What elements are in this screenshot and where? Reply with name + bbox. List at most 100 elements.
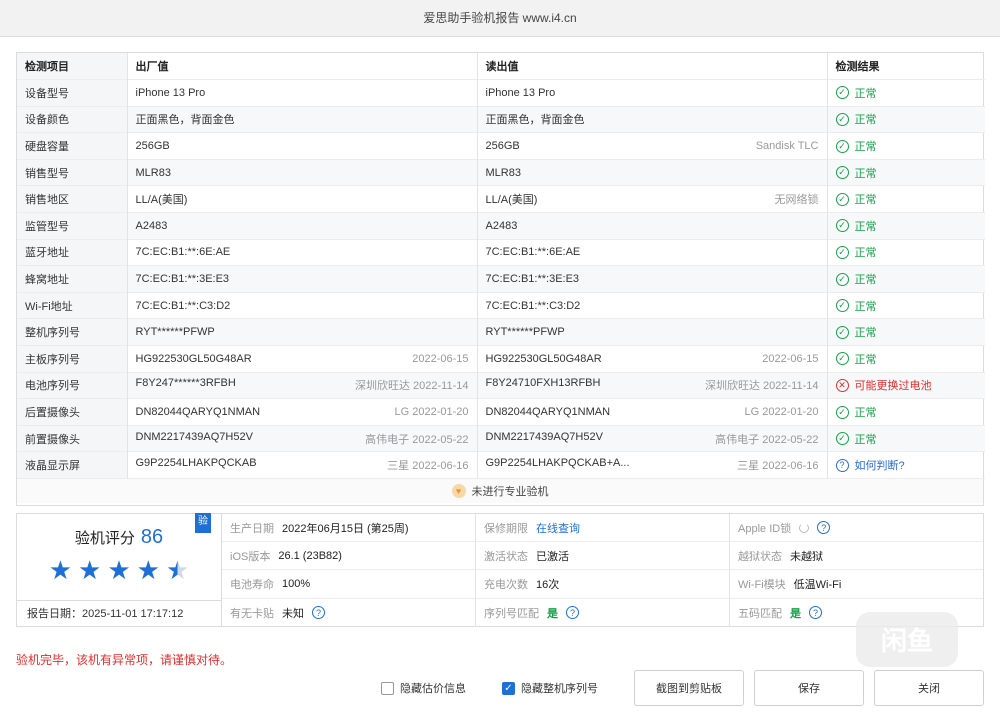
help-icon[interactable]: ? bbox=[817, 521, 831, 535]
factory-value: 7C:EC:B1:**:3E:E3 bbox=[135, 273, 230, 286]
table-row: 前置摄像头 DNM2217439AQ7H52V 高伟电子 2022-05-22 DNM… bbox=[17, 425, 985, 452]
close-button[interactable]: 关闭 bbox=[874, 670, 984, 706]
table-row: 销售地区 LL/A(美国) LL/A(美国) 无网络锁 ✓ 正常 bbox=[17, 185, 985, 213]
info-cell: 序列号匹配是? bbox=[476, 598, 730, 627]
result-cell: ✓ 正常 bbox=[827, 292, 985, 319]
read-cell: 7C:EC:B1:**:3E:E3 bbox=[477, 265, 828, 293]
header-result: 检测结果 bbox=[835, 61, 880, 74]
score-label: 验机评分 bbox=[74, 530, 135, 547]
info-cell: 充电次数 16次 bbox=[476, 570, 730, 599]
factory-value: RYT******PFWP bbox=[135, 326, 215, 339]
info-key: 五码匹配 bbox=[738, 607, 782, 620]
factory-note: 2022-06-15 bbox=[412, 352, 469, 365]
header-item: 检测项目 bbox=[17, 53, 128, 80]
factory-cell: 正面黑色，背面金色 bbox=[127, 106, 478, 133]
factory-cell: iPhone 13 Pro bbox=[127, 79, 478, 107]
item-name: 监管型号 bbox=[17, 212, 128, 240]
info-value: 2022年06月15日 (第25周) bbox=[282, 522, 409, 535]
info-key: 保修期限 bbox=[484, 522, 528, 535]
action-bar: 隐藏估价信息 ✓ 隐藏整机序列号 截图到剪贴板 保存 关闭 bbox=[381, 670, 984, 706]
info-key: iOS版本 bbox=[230, 550, 271, 563]
check-circle-icon: ✓ bbox=[835, 272, 849, 286]
check-circle-icon: ✓ bbox=[835, 325, 849, 339]
result-text: 正常 bbox=[854, 87, 877, 100]
check-circle-icon: ✓ bbox=[835, 139, 849, 153]
loading-icon bbox=[799, 522, 810, 533]
factory-cell: HG922530GL50G48AR 2022-06-15 bbox=[127, 345, 478, 373]
check-circle-icon: ✓ bbox=[835, 112, 849, 126]
info-value: 是 bbox=[547, 607, 558, 620]
info-value[interactable]: 在线查询 bbox=[536, 520, 580, 536]
read-cell: A2483 bbox=[477, 212, 828, 240]
item-name: 设备颜色 bbox=[17, 106, 128, 133]
copy-screenshot-button[interactable]: 截图到剪贴板 bbox=[634, 670, 744, 706]
items-table: 检测项目 出厂值 读出值 检测结果 设备型号 iPhone 13 Pro iPhon… bbox=[17, 53, 985, 479]
read-note: 无网络锁 bbox=[774, 194, 819, 207]
inspect-badge: 验 bbox=[195, 513, 211, 533]
read-cell: iPhone 13 Pro bbox=[477, 79, 828, 107]
result-text: 正常 bbox=[854, 274, 877, 287]
factory-cell: LL/A(美国) bbox=[127, 185, 478, 213]
read-cell: 正面黑色，背面金色 bbox=[477, 106, 828, 133]
result-text[interactable]: 如何判断? bbox=[855, 457, 905, 473]
factory-note: 三星 2022-06-16 bbox=[387, 460, 469, 473]
info-cell: 激活状态 已激活 bbox=[476, 542, 730, 571]
result-cell[interactable]: ? 如何判断? bbox=[827, 452, 985, 479]
read-value: G9P2254LHAKPQCKAB+A... bbox=[485, 457, 630, 470]
star-half-icon: ★ bbox=[165, 555, 190, 585]
result-text: 正常 bbox=[854, 167, 877, 180]
item-name: 整机序列号 bbox=[17, 318, 128, 346]
table-row: 液晶显示屏 G9P2254LHAKPQCKAB 三星 2022-06-16 G9P22… bbox=[17, 451, 985, 479]
check-circle-icon: ✓ bbox=[835, 166, 849, 180]
read-value: DNM2217439AQ7H52V bbox=[485, 430, 603, 443]
help-icon[interactable]: ? bbox=[809, 606, 822, 620]
read-value: RYT******PFWP bbox=[485, 326, 565, 339]
check-circle-icon: ✓ bbox=[835, 192, 849, 206]
read-value: LL/A(美国) bbox=[485, 194, 538, 207]
read-value: DN82044QARYQ1NMAN bbox=[485, 406, 611, 419]
factory-cell: 7C:EC:B1:**:C3:D2 bbox=[127, 292, 478, 319]
hide-price-checkbox[interactable]: 隐藏估价信息 bbox=[381, 680, 466, 696]
factory-note: 深圳欣旺达 2022-11-14 bbox=[354, 380, 469, 393]
read-note: LG 2022-01-20 bbox=[744, 406, 819, 419]
read-note: 高伟电子 2022-05-22 bbox=[715, 433, 819, 446]
hide-serial-checkbox[interactable]: ✓ 隐藏整机序列号 bbox=[502, 680, 598, 696]
info-key: 电池寿命 bbox=[230, 578, 274, 591]
result-cell: ✓ 正常 bbox=[827, 239, 985, 266]
hide-price-label: 隐藏估价信息 bbox=[400, 683, 466, 695]
item-name: 蓝牙地址 bbox=[17, 239, 128, 266]
result-cell: ✓ 正常 bbox=[827, 425, 985, 452]
read-cell: F8Y24710FXH13RFBH 深圳欣旺达 2022-11-14 bbox=[477, 372, 828, 399]
factory-cell: MLR83 bbox=[127, 159, 478, 186]
read-note: Sandisk TLC bbox=[755, 140, 819, 153]
checkbox-icon[interactable] bbox=[381, 681, 394, 695]
result-cell: ✓ 正常 bbox=[827, 212, 985, 240]
table-row: 设备颜色 正面黑色，背面金色 正面黑色，背面金色 ✓ 正常 bbox=[17, 106, 985, 133]
info-cell: 保修期限 在线查询 bbox=[476, 514, 730, 543]
checkbox-checked-icon[interactable]: ✓ bbox=[502, 681, 515, 695]
read-cell: MLR83 bbox=[477, 159, 828, 186]
read-value: 正面黑色，背面金色 bbox=[485, 114, 585, 127]
report-date: 报告日期：2025-11-01 17:17:12 bbox=[17, 600, 221, 628]
warning-text: 验机完毕，该机有异常项，请谨慎对待。 bbox=[16, 653, 233, 667]
item-name: 电池序列号 bbox=[17, 372, 128, 399]
read-value: A2483 bbox=[485, 219, 518, 232]
item-name: 后置摄像头 bbox=[17, 398, 128, 426]
result-cell: ✓ 正常 bbox=[827, 318, 985, 346]
item-name: Wi-Fi地址 bbox=[17, 292, 128, 319]
factory-cell: 7C:EC:B1:**:3E:E3 bbox=[127, 265, 478, 293]
professional-check-text: 未进行专业验机 bbox=[471, 486, 549, 498]
help-icon[interactable]: ? bbox=[566, 606, 579, 620]
star-icon: ★ bbox=[48, 555, 73, 585]
factory-note: 高伟电子 2022-05-22 bbox=[365, 433, 469, 446]
read-note: 2022-06-15 bbox=[762, 352, 819, 365]
result-text: 正常 bbox=[854, 407, 877, 420]
help-icon[interactable]: ? bbox=[312, 606, 325, 620]
info-key: 越狱状态 bbox=[738, 550, 782, 563]
factory-cell: F8Y247******3RFBH 深圳欣旺达 2022-11-14 bbox=[127, 372, 478, 399]
factory-cell: 7C:EC:B1:**:6E:AE bbox=[127, 239, 478, 266]
info-cell: Apple ID锁? bbox=[730, 514, 983, 543]
info-cell: iOS版本 26.1 (23B82) bbox=[222, 542, 476, 571]
save-button[interactable]: 保存 bbox=[754, 670, 864, 706]
factory-value: LL/A(美国) bbox=[135, 194, 188, 207]
